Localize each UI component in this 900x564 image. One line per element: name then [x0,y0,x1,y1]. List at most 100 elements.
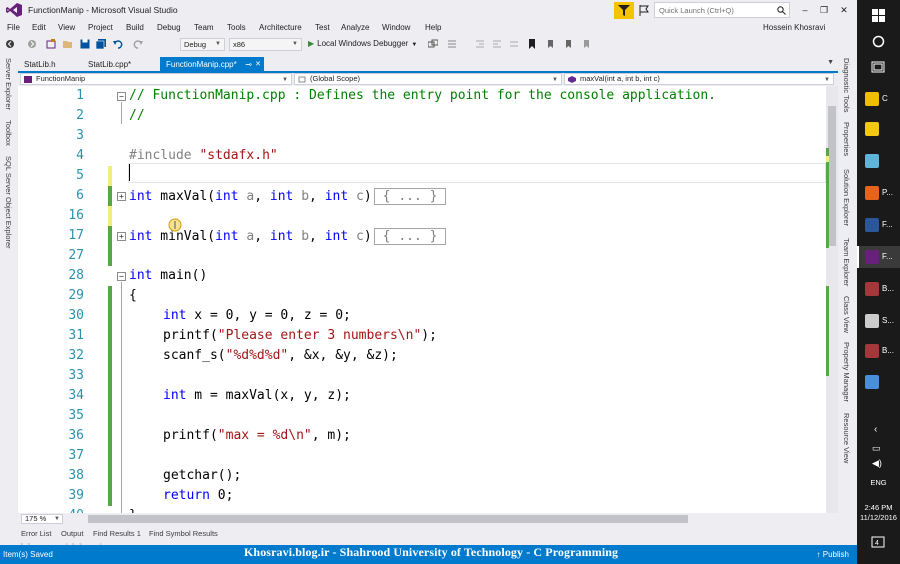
close-tab-icon[interactable]: ✕ [255,57,261,72]
menu-window[interactable]: Window [382,23,410,32]
taskbar-app-visual-studio[interactable]: F... [857,246,900,268]
menu-analyze[interactable]: Analyze [341,23,369,32]
open-file-icon[interactable] [63,39,73,49]
project-dropdown[interactable]: FunctionManip ▼ [20,73,292,85]
toolbox-tab[interactable]: Toolbox [4,120,13,146]
resource-view-tab[interactable]: Resource View [842,413,851,463]
tab-functionmanip-cpp[interactable]: FunctionManip.cpp* ⊸ ✕ [160,57,264,72]
code-editor[interactable]: 1 − // FunctionManip.cpp : Defines the e… [18,86,827,513]
redo-icon[interactable] [133,39,143,49]
back-icon[interactable] [5,39,15,49]
code-line: 16 [18,206,827,226]
minimize-button[interactable]: – [796,2,814,18]
save-icon[interactable] [80,39,90,49]
tab-output[interactable]: Output [61,529,84,538]
menu-build[interactable]: Build [126,23,144,32]
scope-dropdown[interactable]: (Global Scope) ▼ [294,73,562,85]
server-explorer-tab[interactable]: Server Explorer [4,58,13,110]
signed-in-user[interactable]: Hossein Khosravi [763,23,825,32]
tab-statlib-h[interactable]: StatLib.h [18,57,76,72]
previous-bookmark-icon[interactable] [545,39,555,49]
collapse-toggle[interactable]: − [117,272,126,281]
property-manager-tab[interactable]: Property Manager [842,342,851,402]
close-window-button[interactable]: ✕ [835,2,853,18]
battery-icon[interactable]: ▭ [872,443,881,454]
maximize-button[interactable]: ❐ [815,2,833,18]
taskbar-app[interactable] [857,371,900,393]
menu-team[interactable]: Team [194,23,214,32]
menu-tools[interactable]: Tools [227,23,246,32]
properties-tab[interactable]: Properties [842,122,851,156]
clear-bookmarks-icon[interactable] [581,39,591,49]
tab-error-list[interactable]: Error List [21,529,51,538]
tab-find-results-1[interactable]: Find Results 1 [93,529,141,538]
vertical-scrollbar[interactable] [826,86,838,513]
menu-debug[interactable]: Debug [157,23,181,32]
solution-configuration-select[interactable]: Debug ▼ [180,38,225,51]
comment-out-icon[interactable] [447,39,457,49]
horizontal-scroll-thumb[interactable] [88,515,688,523]
taskbar-app[interactable]: B... [857,278,900,300]
diagnostic-tools-tab[interactable]: Diagnostic Tools [842,58,851,112]
member-dropdown[interactable]: maxVal(int a, int b, int c) ▼ [564,73,834,85]
saved-change-marker [108,446,112,466]
notification-filter-button[interactable] [614,2,634,19]
function-signature-maxval: int maxVal(int a, int b, int c){ ... } [129,188,447,205]
input-language[interactable]: ENG [857,478,900,487]
start-debugging-button[interactable]: ▶ Local Windows Debugger ▼ [308,39,417,48]
volume-icon[interactable]: ◀) [872,458,882,469]
bookmark-icon[interactable] [527,39,537,49]
browser-link-icon[interactable] [428,39,438,49]
collapsed-block-indicator[interactable]: { ... } [373,188,447,205]
configuration-value: Debug [184,40,207,49]
taskbar-app[interactable]: S... [857,310,900,332]
menu-architecture[interactable]: Architecture [259,23,302,32]
menu-edit[interactable]: Edit [32,23,46,32]
collapse-toggle[interactable]: − [117,92,126,101]
system-clock[interactable]: 2:46 PM 11/12/2016 [857,503,900,523]
windows-start-icon[interactable] [872,9,885,22]
tab-overflow-dropdown-icon[interactable]: ▼ [827,59,834,66]
pin-icon[interactable]: ⊸ [245,57,252,72]
menu-help[interactable]: Help [425,23,441,32]
expand-toggle[interactable]: + [117,232,126,241]
expand-toggle[interactable]: + [117,192,126,201]
class-view-tab[interactable]: Class View [842,296,851,333]
taskbar-app[interactable] [857,150,900,172]
solution-explorer-tab[interactable]: Solution Explorer [842,169,851,226]
zoom-level-select[interactable]: 175 % ▼ [21,514,63,524]
solution-platform-select[interactable]: x86 ▼ [229,38,302,51]
uncomment-icon[interactable] [509,39,519,49]
sql-server-object-explorer-tab[interactable]: SQL Server Object Explorer [4,156,13,249]
decrease-indent-icon[interactable] [475,39,485,49]
tab-find-symbol-results[interactable]: Find Symbol Results [149,529,218,538]
taskbar-app[interactable]: C [857,88,900,110]
cortana-icon[interactable] [872,35,885,48]
status-bar: Item(s) Saved Khosravi.blog.ir - Shahroo… [0,545,857,564]
taskbar-app[interactable]: B... [857,340,900,362]
action-center-icon[interactable]: 4 [871,536,885,550]
feedback-flag-icon[interactable] [639,5,649,16]
next-bookmark-icon[interactable] [563,39,573,49]
vertical-scroll-thumb[interactable] [828,106,836,246]
forward-icon[interactable] [27,39,37,49]
quick-launch-input[interactable]: Quick Launch (Ctrl+Q) [654,2,790,18]
menu-test[interactable]: Test [315,23,330,32]
taskbar-app[interactable]: P... [857,182,900,204]
task-view-icon[interactable] [871,61,885,73]
collapsed-block-indicator[interactable]: { ... } [373,228,447,245]
team-explorer-tab[interactable]: Team Explorer [842,238,851,286]
menu-file[interactable]: File [7,23,20,32]
increase-indent-icon[interactable] [492,39,502,49]
taskbar-app[interactable] [857,118,900,140]
menu-project[interactable]: Project [88,23,113,32]
save-all-icon[interactable] [96,39,106,49]
menu-view[interactable]: View [58,23,75,32]
new-project-icon[interactable] [46,39,56,49]
undo-icon[interactable] [113,39,123,49]
taskbar-app[interactable]: F... [857,214,900,236]
show-hidden-icons-icon[interactable]: ‹ [874,424,877,435]
publish-button[interactable]: ↑ Publish [817,550,849,559]
tab-statlib-cpp[interactable]: StatLib.cpp* [82,57,154,72]
horizontal-scrollbar[interactable] [76,515,826,523]
